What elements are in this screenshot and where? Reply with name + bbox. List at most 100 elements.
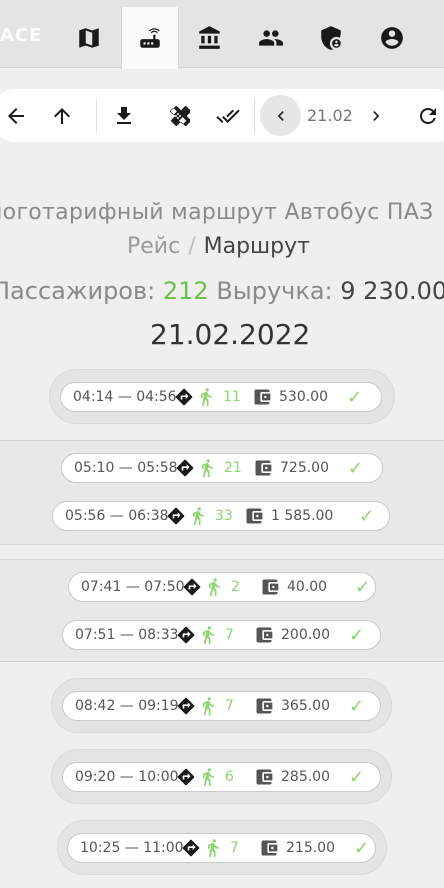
wallet-icon — [253, 624, 275, 646]
download-icon — [117, 106, 131, 124]
tab-bank[interactable] — [181, 7, 239, 68]
route-icon — [173, 386, 195, 408]
people-icon — [259, 29, 283, 46]
passengers-label: Пассажиров: — [0, 277, 156, 305]
walking-person-icon — [197, 766, 219, 788]
bank-icon — [199, 25, 220, 49]
wallet-icon — [258, 837, 280, 859]
arrow-up-icon — [54, 107, 70, 124]
trip-sum: 725.00 — [280, 460, 329, 476]
trip-passengers: 7 — [225, 627, 234, 643]
chevron-left-icon — [277, 110, 284, 121]
check-icon: ✓ — [359, 505, 375, 527]
check-icon: ✓ — [348, 457, 364, 479]
route-icon — [175, 695, 197, 717]
trip-row[interactable]: 05:56 — 06:38 33 1 585.00 ✓ — [52, 501, 390, 531]
wallet-icon — [243, 505, 265, 527]
logo: ACE — [0, 25, 43, 46]
trip-time: 08:42 — 09:19 — [75, 698, 179, 714]
check-icon: ✓ — [354, 837, 370, 859]
breadcrumb-route: Маршрут — [203, 234, 310, 259]
trip-passengers: 33 — [215, 508, 233, 524]
route-icon — [175, 624, 197, 646]
walking-person-icon — [197, 695, 219, 717]
trip-time: 07:51 — 08:33 — [75, 627, 179, 643]
arrow-left-icon — [8, 107, 24, 124]
walking-person-icon — [202, 837, 224, 859]
wallet-icon — [259, 576, 281, 598]
trip-row[interactable]: 05:10 — 05:58 21 725.00 ✓ — [61, 453, 383, 483]
trip-time: 07:41 — 07:50 — [81, 579, 185, 595]
toolbar: 21.02 — [0, 89, 444, 142]
check-icon: ✓ — [355, 576, 371, 598]
trip-row[interactable]: 08:42 — 09:19 7 365.00 ✓ — [62, 691, 381, 721]
trip-sum: 1 585.00 — [271, 508, 334, 524]
breadcrumb-separator: / — [188, 234, 196, 259]
trip-passengers: 11 — [223, 389, 241, 405]
trip-row[interactable]: 07:41 — 07:50 2 40.00 ✓ — [68, 572, 376, 602]
route-icon — [165, 505, 187, 527]
account-circle-icon — [381, 26, 403, 49]
trip-time: 04:14 — 04:56 — [73, 389, 177, 405]
refresh-icon — [420, 107, 436, 124]
trip-row[interactable]: 09:20 — 10:00 6 285.00 ✓ — [62, 762, 381, 792]
trip-sum: 365.00 — [281, 698, 330, 714]
trip-time: 05:10 — 05:58 — [74, 460, 178, 476]
route-icon — [180, 837, 202, 859]
bandage-button[interactable] — [162, 89, 194, 142]
next-day-button[interactable] — [362, 92, 390, 139]
check-icon: ✓ — [349, 695, 365, 717]
current-date[interactable]: 21.02 — [307, 106, 353, 125]
trip-passengers: 6 — [225, 769, 234, 785]
tab-security[interactable] — [302, 7, 360, 68]
router-icon — [140, 28, 160, 48]
tab-map[interactable] — [60, 7, 118, 68]
check-icon: ✓ — [349, 766, 365, 788]
route-title: ноготарифный маршрут Автобус ПАЗ — [0, 200, 434, 225]
trip-passengers: 2 — [231, 579, 240, 595]
map-icon — [79, 27, 99, 48]
report-date: 21.02.2022 — [150, 318, 311, 351]
revenue-label: Выручка: — [216, 277, 333, 305]
walking-person-icon — [187, 505, 209, 527]
route-icon — [181, 576, 203, 598]
wallet-icon — [253, 695, 275, 717]
trip-row[interactable]: 10:25 — 11:00 7 215.00 ✓ — [67, 833, 376, 863]
passengers-value: 212 — [162, 277, 209, 305]
check-icon: ✓ — [347, 386, 363, 408]
double-check-icon — [216, 109, 240, 123]
tab-people[interactable] — [242, 7, 300, 68]
refresh-button[interactable] — [412, 89, 444, 142]
walking-person-icon — [203, 576, 225, 598]
summary-stats: Пассажиров: 212 Выручка: 9 230.00 — [0, 277, 444, 305]
tab-account[interactable] — [363, 7, 421, 68]
prev-day-button[interactable] — [260, 95, 301, 136]
breadcrumb-trip[interactable]: Рейс — [127, 234, 180, 259]
chevron-right-icon — [373, 110, 380, 121]
trip-time: 09:20 — 10:00 — [75, 769, 179, 785]
top-nav: ACE — [0, 0, 444, 69]
back-button[interactable] — [0, 89, 32, 142]
trip-passengers: 7 — [230, 840, 239, 856]
walking-person-icon — [195, 386, 217, 408]
date-switcher: 21.02 — [240, 92, 400, 139]
walking-person-icon — [197, 624, 219, 646]
trip-row[interactable]: 04:14 — 04:56 11 530.00 ✓ — [60, 382, 382, 412]
route-icon — [174, 457, 196, 479]
revenue-value: 9 230.00 — [340, 277, 444, 305]
wallet-icon — [253, 766, 275, 788]
bandage-icon — [169, 105, 190, 126]
route-icon — [175, 766, 197, 788]
walking-person-icon — [196, 457, 218, 479]
trip-time: 10:25 — 11:00 — [80, 840, 184, 856]
trip-passengers: 21 — [224, 460, 242, 476]
check-icon: ✓ — [349, 624, 365, 646]
trip-row[interactable]: 07:51 — 08:33 7 200.00 ✓ — [62, 620, 381, 650]
trip-sum: 40.00 — [287, 579, 328, 595]
tab-router[interactable] — [121, 7, 179, 69]
up-button[interactable] — [46, 89, 78, 142]
download-button[interactable] — [108, 89, 140, 142]
wallet-icon — [251, 386, 273, 408]
trip-time: 05:56 — 06:38 — [65, 508, 169, 524]
trip-passengers: 7 — [225, 698, 234, 714]
